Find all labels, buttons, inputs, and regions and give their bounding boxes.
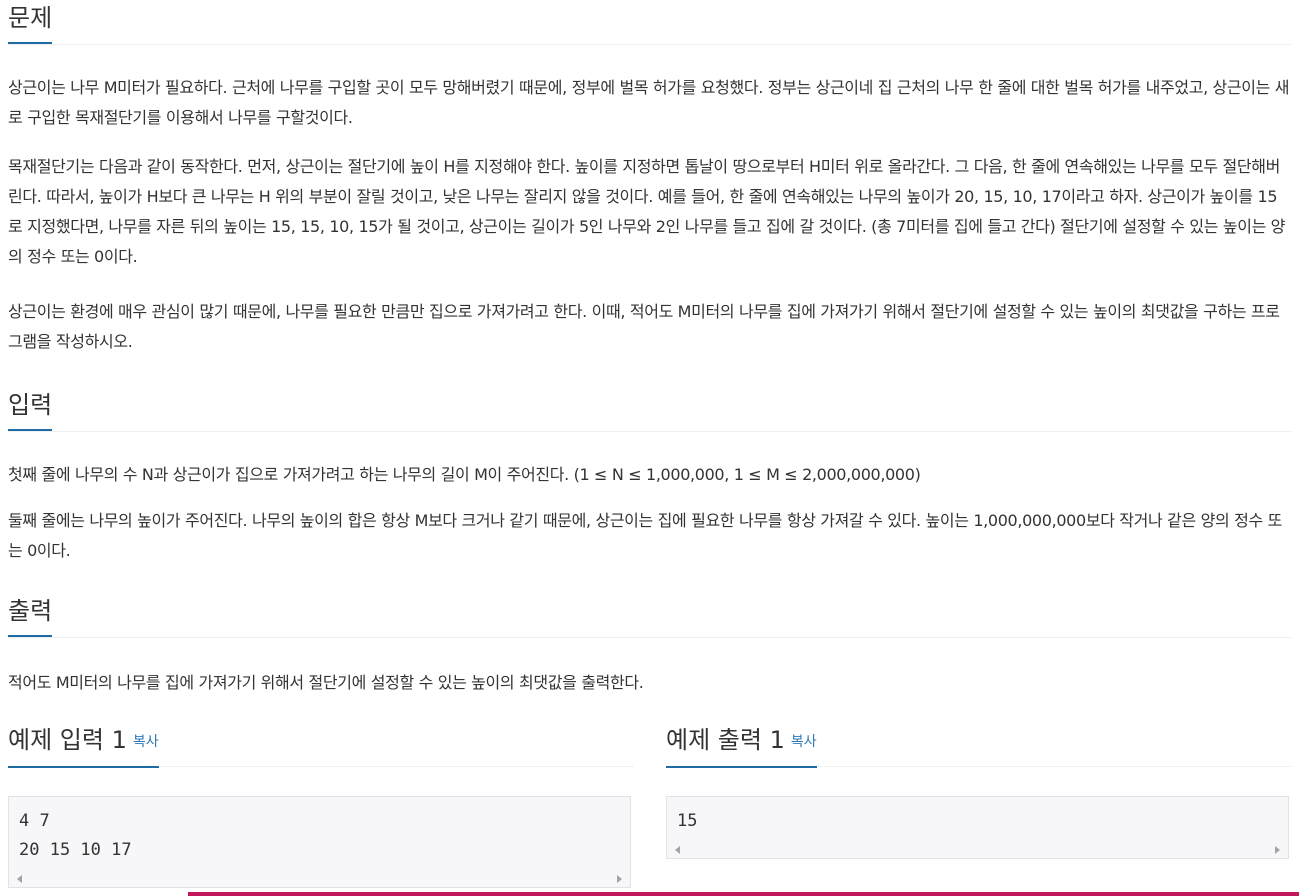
input-heading-bar: 입력: [8, 387, 1291, 432]
sample-output-scrollbar[interactable]: [667, 842, 1288, 858]
problem-paragraph-1: 상근이는 나무 M미터가 필요하다. 근처에 나무를 구입할 곳이 모두 망해버…: [8, 78, 1290, 127]
sample-input-box[interactable]: 4 7 20 15 10 17: [8, 796, 631, 888]
sample-input-heading-text: 예제 입력 1: [8, 726, 127, 754]
problem-section: 문제: [8, 0, 1291, 45]
problem-heading-bar: 문제: [8, 0, 1291, 45]
output-paragraph-1: 적어도 M미터의 나무를 집에 가져가기 위해서 절단기에 설정할 수 있는 높…: [8, 673, 644, 692]
scroll-left-arrow-icon[interactable]: [17, 875, 22, 883]
sample-output-copy-link[interactable]: 복사: [791, 734, 817, 750]
sample-input-heading-bar: 예제 입력 1 복사: [8, 722, 633, 768]
sample-output-code: 15: [677, 811, 698, 831]
sample-input-code: 4 7 20 15 10 17: [19, 811, 132, 860]
output-heading: 출력: [8, 593, 53, 637]
sample-input-scrollbar[interactable]: [9, 871, 630, 887]
sample-output-heading-text: 예제 출력 1: [666, 726, 785, 754]
scroll-right-arrow-icon[interactable]: [1275, 846, 1280, 854]
problem-paragraph-2: 목재절단기는 다음과 같이 동작한다. 먼저, 상근이는 절단기에 높이 H를 …: [8, 157, 1286, 266]
problem-paragraph-3: 상근이는 환경에 매우 관심이 많기 때문에, 나무를 필요한 만큼만 집으로 …: [8, 302, 1280, 351]
sample-output-section: 예제 출력 1 복사 15: [666, 722, 1291, 859]
output-section: 출력: [8, 593, 1291, 638]
input-paragraph-2: 둘째 줄에는 나무의 높이가 주어진다. 나무의 높이의 합은 항상 M보다 크…: [8, 511, 1282, 560]
problem-heading: 문제: [8, 0, 53, 44]
sample-input-section: 예제 입력 1 복사 4 7 20 15 10 17: [8, 722, 633, 888]
input-heading: 입력: [8, 387, 53, 431]
output-heading-bar: 출력: [8, 593, 1291, 638]
sample-output-box[interactable]: 15: [666, 796, 1289, 859]
sample-output-heading-bar: 예제 출력 1 복사: [666, 722, 1291, 768]
input-paragraph-1: 첫째 줄에 나무의 수 N과 상근이가 집으로 가져가려고 하는 나무의 길이 …: [8, 465, 921, 484]
sample-input-heading: 예제 입력 1 복사: [8, 722, 159, 768]
sample-input-copy-link[interactable]: 복사: [133, 734, 159, 750]
scroll-left-arrow-icon[interactable]: [675, 846, 680, 854]
bottom-color-strip: [188, 892, 1299, 896]
scroll-right-arrow-icon[interactable]: [617, 875, 622, 883]
input-section: 입력: [8, 387, 1291, 432]
sample-output-heading: 예제 출력 1 복사: [666, 722, 817, 768]
